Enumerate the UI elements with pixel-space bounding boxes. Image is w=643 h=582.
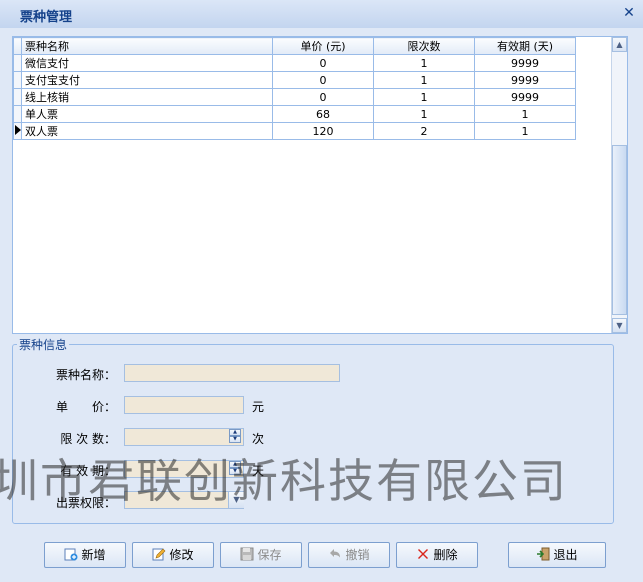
limit-unit: 次 [252,432,265,446]
exit-button-label: 退出 [553,548,578,562]
close-icon[interactable]: ✕ [621,5,637,21]
edit-icon [152,548,166,561]
title-bar: 票种管理 ✕ [0,0,643,29]
save-button-label: 保存 [257,548,282,562]
main-panel: 票种名称 单价 (元) 限次数 有效期 (天) 微信支付 0 1 9999 支付… [0,28,643,582]
stepper-down-icon[interactable]: ▼ [229,436,241,443]
stepper-down-icon[interactable]: ▼ [229,468,241,475]
current-row-arrow-icon [15,124,21,135]
cell-name[interactable]: 微信支付 [21,54,273,72]
cell-limit[interactable]: 1 [373,71,475,89]
column-header-validity[interactable]: 有效期 (天) [474,37,576,55]
exit-button[interactable]: 退出 [508,542,606,568]
table-header-row: 票种名称 单价 (元) 限次数 有效期 (天) [13,37,576,55]
price-input[interactable] [124,396,244,414]
cell-price[interactable]: 120 [272,122,374,140]
cell-price[interactable]: 0 [272,54,374,72]
column-header-limit[interactable]: 限次数 [373,37,475,55]
table-row[interactable]: 线上核销 0 1 9999 [13,88,576,106]
add-icon [64,548,78,561]
cell-price[interactable]: 0 [272,71,374,89]
save-icon [240,547,254,561]
validity-stepper[interactable] [124,460,244,478]
price-label: 单 价： [55,400,116,414]
delete-icon [418,549,429,559]
add-button-label: 新增 [81,548,106,562]
row-indicator [13,105,22,123]
edit-button-label: 修改 [169,548,194,562]
cell-price[interactable]: 68 [272,105,374,123]
table-row[interactable]: 双人票 120 2 1 [13,122,576,140]
validity-label: 有 效 期： [60,464,116,478]
ticket-type-grid[interactable]: 票种名称 单价 (元) 限次数 有效期 (天) 微信支付 0 1 9999 支付… [12,36,628,334]
cell-name[interactable]: 线上核销 [21,88,273,106]
cell-validity[interactable]: 9999 [474,88,576,106]
row-indicator [13,54,22,72]
scroll-down-icon[interactable]: ▼ [612,318,627,333]
row-indicator [13,88,22,106]
row-indicator-header [13,37,22,55]
cell-name[interactable]: 双人票 [21,122,273,140]
exit-icon [537,547,550,561]
cell-limit[interactable]: 1 [373,105,475,123]
row-indicator [13,71,22,89]
permission-select[interactable] [124,491,244,509]
stepper-up-icon[interactable]: ▲ [229,461,241,468]
column-header-name[interactable]: 票种名称 [21,37,273,55]
validity-unit: 天 [252,464,265,478]
cell-price[interactable]: 0 [272,88,374,106]
cell-validity[interactable]: 1 [474,105,576,123]
validity-stepper-buttons[interactable]: ▲ ▼ [229,461,241,475]
scroll-up-icon[interactable]: ▲ [612,37,627,52]
undo-button[interactable]: 撤销 [308,542,390,568]
add-button[interactable]: 新增 [44,542,126,568]
cell-name[interactable]: 支付宝支付 [21,71,273,89]
cell-validity[interactable]: 1 [474,122,576,140]
name-label: 票种名称： [55,368,116,382]
limit-stepper[interactable] [124,428,244,446]
cell-validity[interactable]: 9999 [474,71,576,89]
undo-button-label: 撤销 [345,548,370,562]
ticket-type-table: 票种名称 单价 (元) 限次数 有效期 (天) 微信支付 0 1 9999 支付… [13,37,576,140]
scroll-thumb[interactable] [612,145,627,315]
limit-stepper-buttons[interactable]: ▲ ▼ [229,429,241,443]
cell-validity[interactable]: 9999 [474,54,576,72]
edit-button[interactable]: 修改 [132,542,214,568]
vertical-scrollbar[interactable]: ▲ ▼ [611,37,627,333]
cell-limit[interactable]: 1 [373,54,475,72]
ticket-info-legend: 票种信息 [19,338,68,352]
table-row[interactable]: 微信支付 0 1 9999 [13,54,576,72]
name-input[interactable] [124,364,340,382]
delete-button-label: 删除 [433,548,458,562]
window-title: 票种管理 [20,10,73,25]
chevron-down-icon[interactable]: ▼ [228,492,244,508]
permission-label: 出票权限： [55,496,116,510]
table-row[interactable]: 单人票 68 1 1 [13,105,576,123]
column-header-price[interactable]: 单价 (元) [272,37,374,55]
delete-button[interactable]: 删除 [396,542,478,568]
current-row-indicator [13,122,22,140]
stepper-up-icon[interactable]: ▲ [229,429,241,436]
table-row[interactable]: 支付宝支付 0 1 9999 [13,71,576,89]
undo-icon [330,549,341,558]
save-button[interactable]: 保存 [220,542,302,568]
cell-limit[interactable]: 2 [373,122,475,140]
cell-limit[interactable]: 1 [373,88,475,106]
cell-name[interactable]: 单人票 [21,105,273,123]
price-unit: 元 [252,400,265,414]
limit-label: 限 次 数： [60,432,116,446]
